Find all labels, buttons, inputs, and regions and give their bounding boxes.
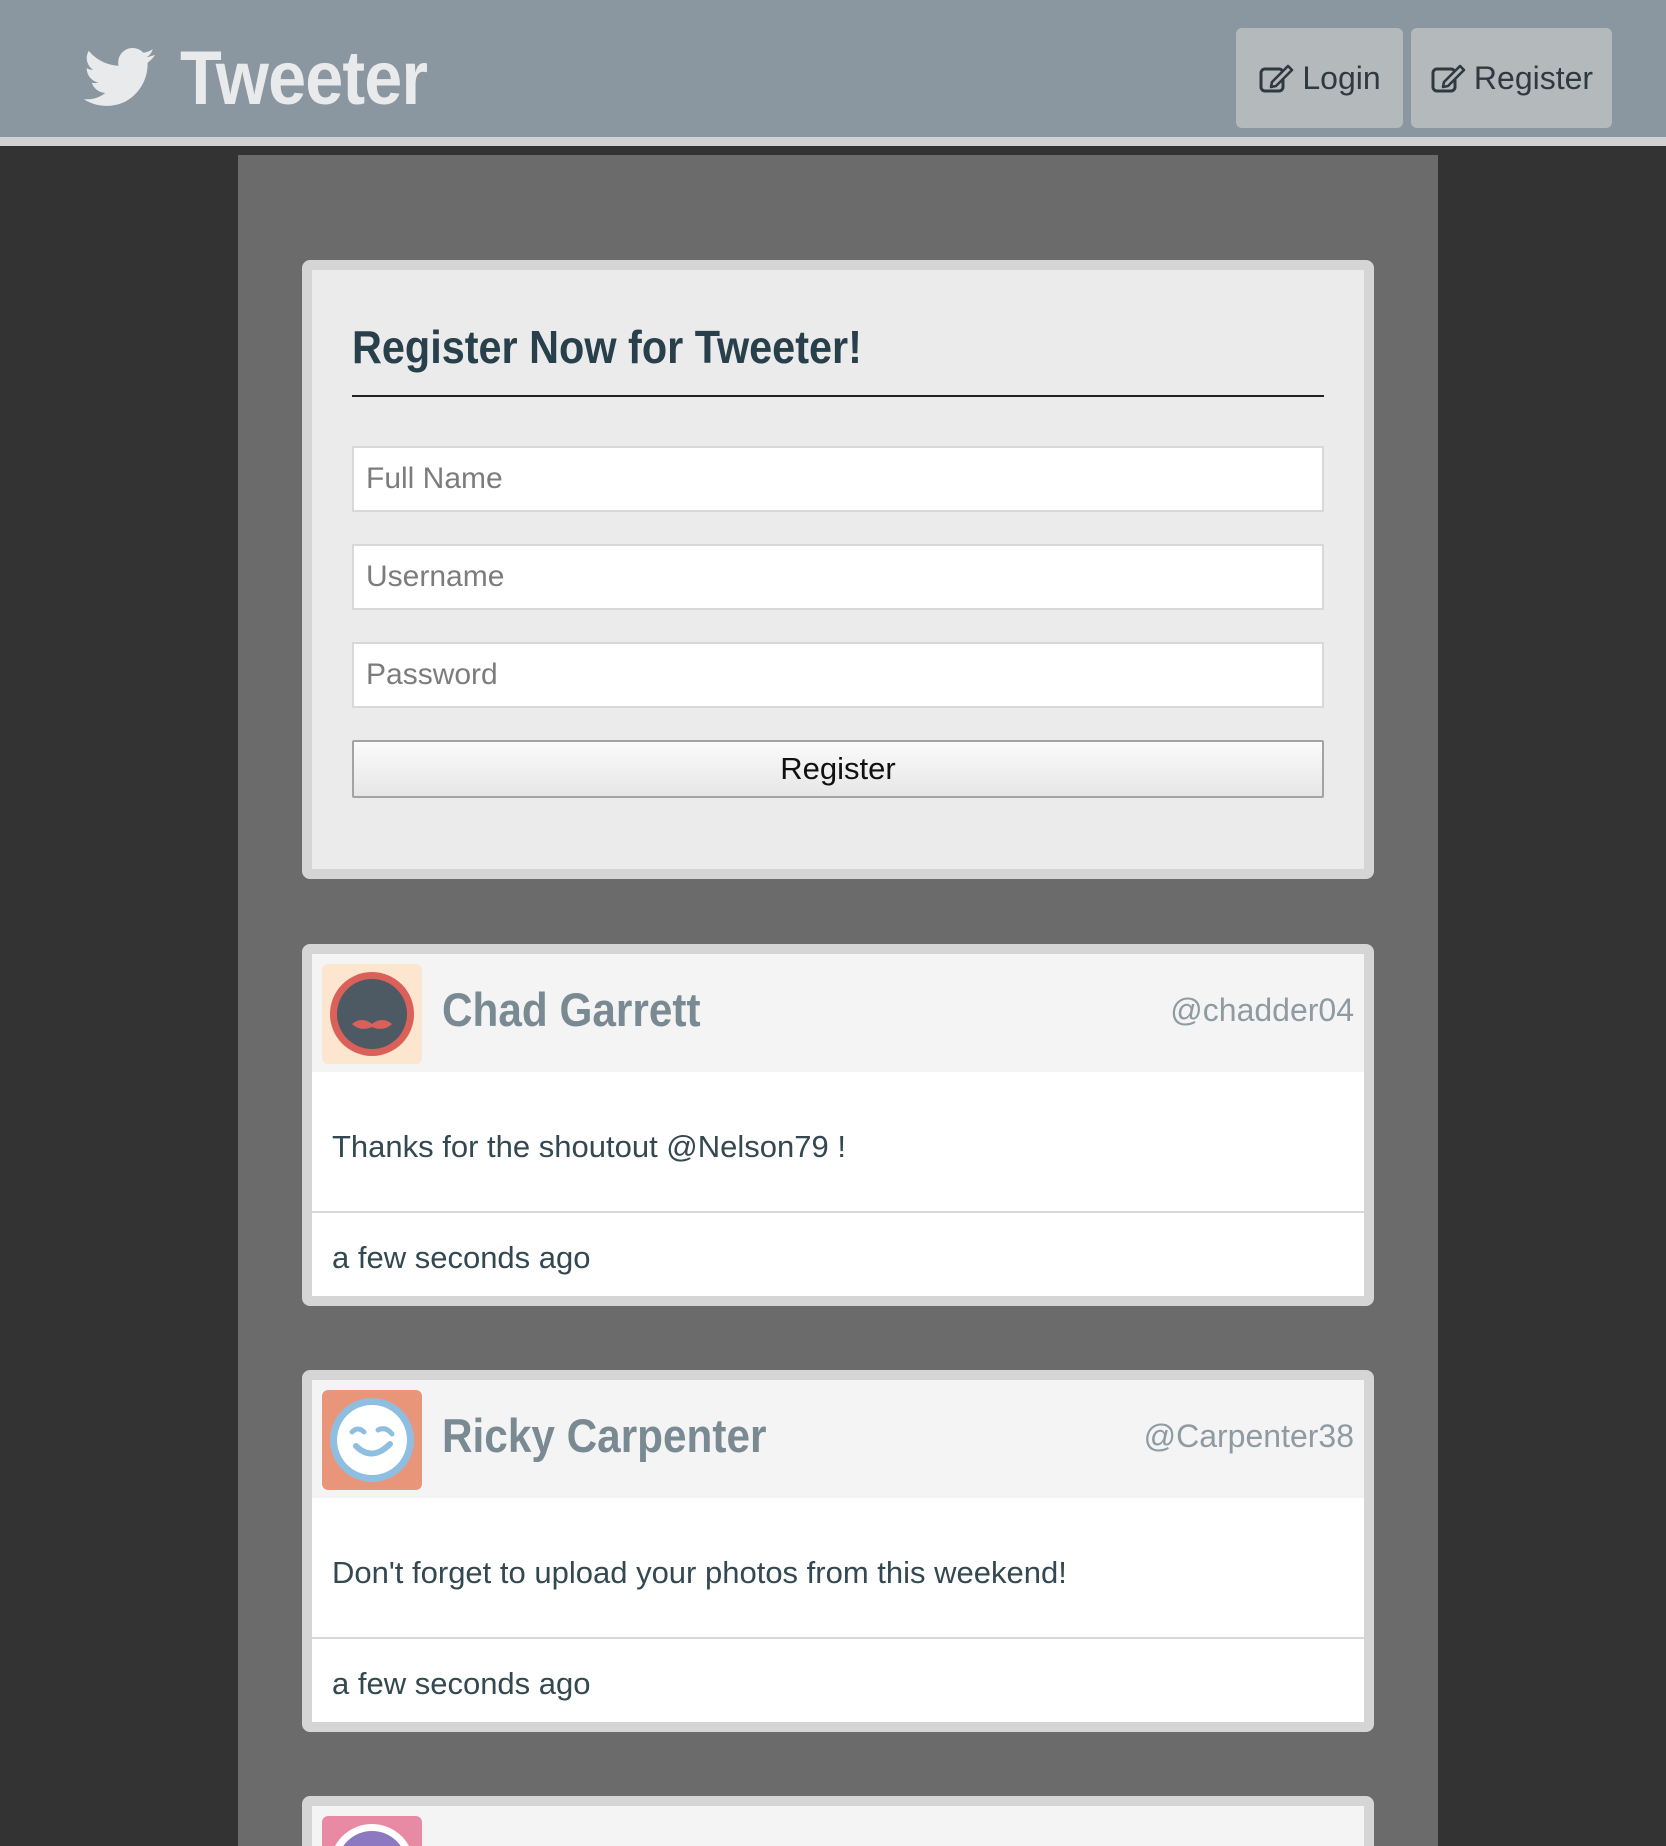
register-nav-label: Register — [1473, 59, 1594, 96]
tweet-timestamp: a few seconds ago — [332, 1240, 591, 1275]
avatar[interactable] — [322, 1816, 422, 1846]
full-name-input[interactable] — [352, 446, 1324, 512]
tweet-author-handle[interactable]: @chadder04 — [1170, 992, 1354, 1029]
register-title: Register Now for Tweeter! — [352, 321, 862, 373]
tweet-card: Ricky Carpenter @Carpenter38 Don't forge… — [302, 1370, 1374, 1732]
twitter-bird-icon — [84, 48, 155, 106]
tweet-timestamp: a few seconds ago — [332, 1666, 591, 1701]
brand-logo[interactable]: Tweeter — [84, 28, 455, 128]
tweet-header: Ricky Carpenter @Carpenter38 — [312, 1380, 1364, 1498]
brand-title: Tweeter — [180, 35, 428, 121]
register-divider — [352, 395, 1324, 397]
register-card: Register Now for Tweeter! Register — [302, 260, 1374, 879]
password-input[interactable] — [352, 642, 1324, 708]
tweet-text: Don't forget to upload your photos from … — [332, 1555, 1067, 1590]
tweet-card: Chad Garrett @chadder04 Thanks for the s… — [302, 944, 1374, 1306]
register-nav-button[interactable]: Register — [1411, 28, 1612, 128]
tweet-author-name[interactable]: Ricky Carpenter — [442, 1408, 766, 1463]
avatar[interactable] — [322, 1390, 422, 1490]
tweet-divider — [312, 1211, 1364, 1213]
tweet-author-name[interactable]: Chad Garrett — [442, 982, 701, 1037]
navbar: Tweeter Login Register — [0, 0, 1666, 146]
tweet-text: Thanks for the shoutout @Nelson79 ! — [332, 1129, 846, 1164]
tweet-divider — [312, 1637, 1364, 1639]
avatar[interactable] — [322, 964, 422, 1064]
login-label: Login — [1302, 59, 1381, 96]
login-button[interactable]: Login — [1236, 28, 1403, 128]
tweet-author-handle[interactable]: @Carpenter38 — [1144, 1418, 1354, 1455]
tweet-header — [312, 1806, 1364, 1846]
tweet-header: Chad Garrett @chadder04 — [312, 954, 1364, 1072]
tweet-card — [302, 1796, 1374, 1846]
edit-icon — [1259, 64, 1294, 93]
register-submit-button[interactable]: Register — [352, 740, 1324, 798]
username-input[interactable] — [352, 544, 1324, 610]
edit-icon — [1431, 64, 1466, 93]
